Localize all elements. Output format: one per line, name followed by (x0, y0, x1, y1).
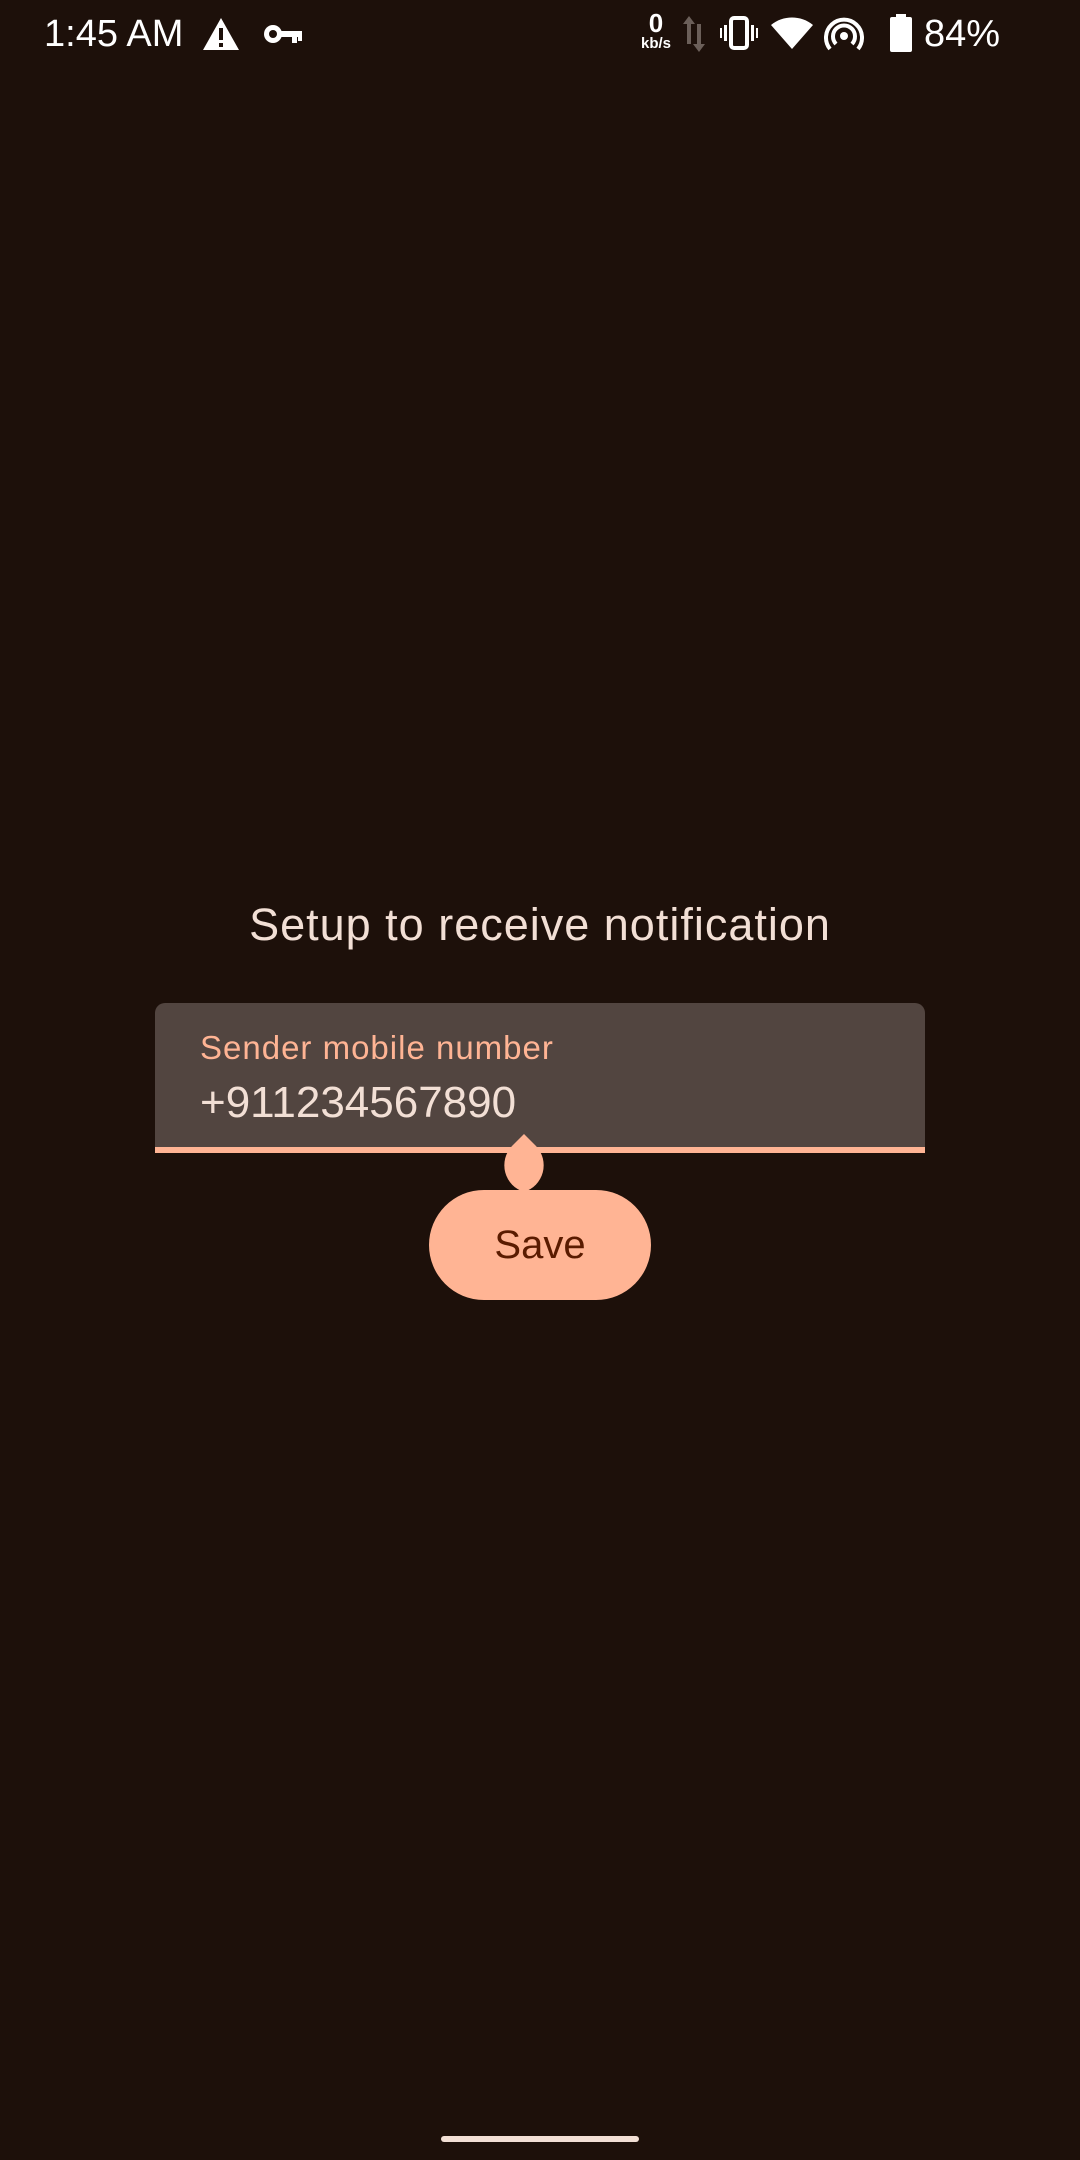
network-speed-unit: kb/s (640, 35, 671, 52)
save-button[interactable]: Save (429, 1190, 651, 1300)
network-speed: 0 kb/s (636, 10, 676, 52)
hotspot-icon (824, 17, 864, 51)
home-indicator[interactable] (441, 2136, 639, 2142)
network-speed-value: 0 (648, 8, 664, 38)
vpn-key-icon (264, 25, 302, 43)
text-cursor-handle-icon[interactable] (496, 1134, 552, 1192)
sender-mobile-number-field[interactable]: Sender mobile number (155, 1003, 925, 1153)
battery-percent: 84% (924, 13, 1001, 55)
sender-mobile-number-label: Sender mobile number (200, 1029, 554, 1066)
wifi-icon (771, 17, 813, 49)
status-time: 1:45 AM (44, 13, 184, 55)
battery-icon (890, 14, 912, 52)
data-arrows-icon (683, 16, 705, 52)
page-title: Setup to receive notification (249, 899, 831, 950)
warning-icon (203, 18, 239, 50)
status-bar: 1:45 AM 0 kb/s 84% (0, 0, 1080, 68)
vibrate-icon (720, 16, 758, 50)
sender-mobile-number-input[interactable] (200, 1073, 880, 1133)
